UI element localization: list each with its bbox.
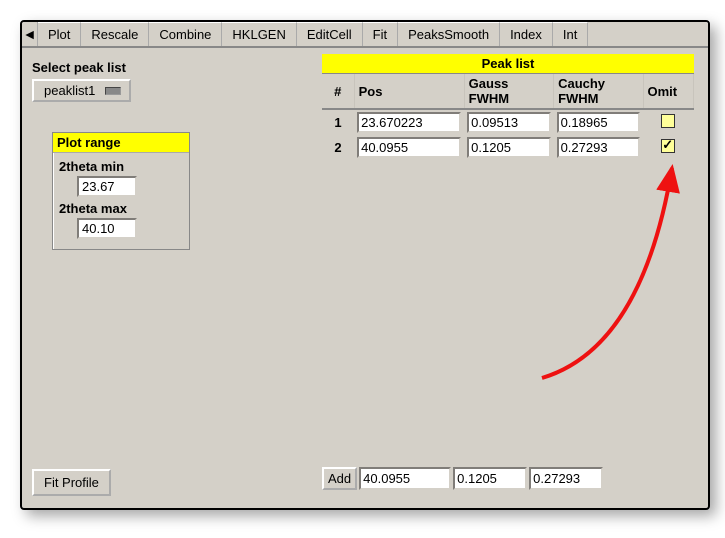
select-peak-list-label: Select peak list xyxy=(32,60,242,75)
dropdown-handle-icon xyxy=(105,87,121,95)
add-pos-input[interactable] xyxy=(359,467,451,490)
peak-list-title: Peak list xyxy=(322,54,694,74)
row-omit-checkbox[interactable] xyxy=(661,114,675,128)
two-theta-max-label: 2theta max xyxy=(59,201,183,216)
table-row: 2 xyxy=(322,135,694,160)
row-cauchy-input[interactable] xyxy=(557,112,640,133)
tab-rescale[interactable]: Rescale xyxy=(81,22,149,46)
tab-fit[interactable]: Fit xyxy=(363,22,398,46)
tab-index[interactable]: Index xyxy=(500,22,553,46)
row-gauss-input[interactable] xyxy=(467,112,550,133)
peak-table: # Pos Gauss FWHM Cauchy FWHM Omit 1 xyxy=(322,74,694,160)
table-row: 1 xyxy=(322,109,694,135)
tab-combine[interactable]: Combine xyxy=(149,22,222,46)
row-index: 1 xyxy=(322,109,354,135)
col-pos: Pos xyxy=(354,74,464,109)
peaklist-dropdown-value: peaklist1 xyxy=(44,83,95,98)
row-index: 2 xyxy=(322,135,354,160)
row-pos-input[interactable] xyxy=(357,112,461,133)
two-theta-max-input[interactable] xyxy=(77,218,137,239)
tab-editcell[interactable]: EditCell xyxy=(297,22,363,46)
col-omit: Omit xyxy=(643,74,694,109)
add-button[interactable]: Add xyxy=(322,467,357,490)
plot-range-panel: Plot range 2theta min 2theta max xyxy=(52,132,190,250)
tab-scroll-left-icon[interactable]: ◄ xyxy=(22,22,38,46)
col-cauchy: Cauchy FWHM xyxy=(554,74,643,109)
peak-list-panel: Peak list # Pos Gauss FWHM Cauchy FWHM O… xyxy=(322,54,694,494)
col-num: # xyxy=(322,74,354,109)
row-pos-input[interactable] xyxy=(357,137,461,158)
add-cauchy-input[interactable] xyxy=(529,467,603,490)
tab-hklgen[interactable]: HKLGEN xyxy=(222,22,296,46)
row-cauchy-input[interactable] xyxy=(557,137,640,158)
two-theta-min-input[interactable] xyxy=(77,176,137,197)
tab-bar: ◄ Plot Rescale Combine HKLGEN EditCell F… xyxy=(22,22,708,48)
two-theta-min-label: 2theta min xyxy=(59,159,183,174)
plot-range-title: Plot range xyxy=(53,133,189,153)
peaklist-dropdown[interactable]: peaklist1 xyxy=(32,79,131,102)
col-gauss: Gauss FWHM xyxy=(464,74,553,109)
fit-profile-button[interactable]: Fit Profile xyxy=(32,469,111,496)
tab-plot[interactable]: Plot xyxy=(38,22,81,46)
tab-peakssmooth[interactable]: PeaksSmooth xyxy=(398,22,500,46)
tab-int[interactable]: Int xyxy=(553,22,588,46)
row-omit-checkbox[interactable] xyxy=(661,139,675,153)
row-gauss-input[interactable] xyxy=(467,137,550,158)
add-gauss-input[interactable] xyxy=(453,467,527,490)
